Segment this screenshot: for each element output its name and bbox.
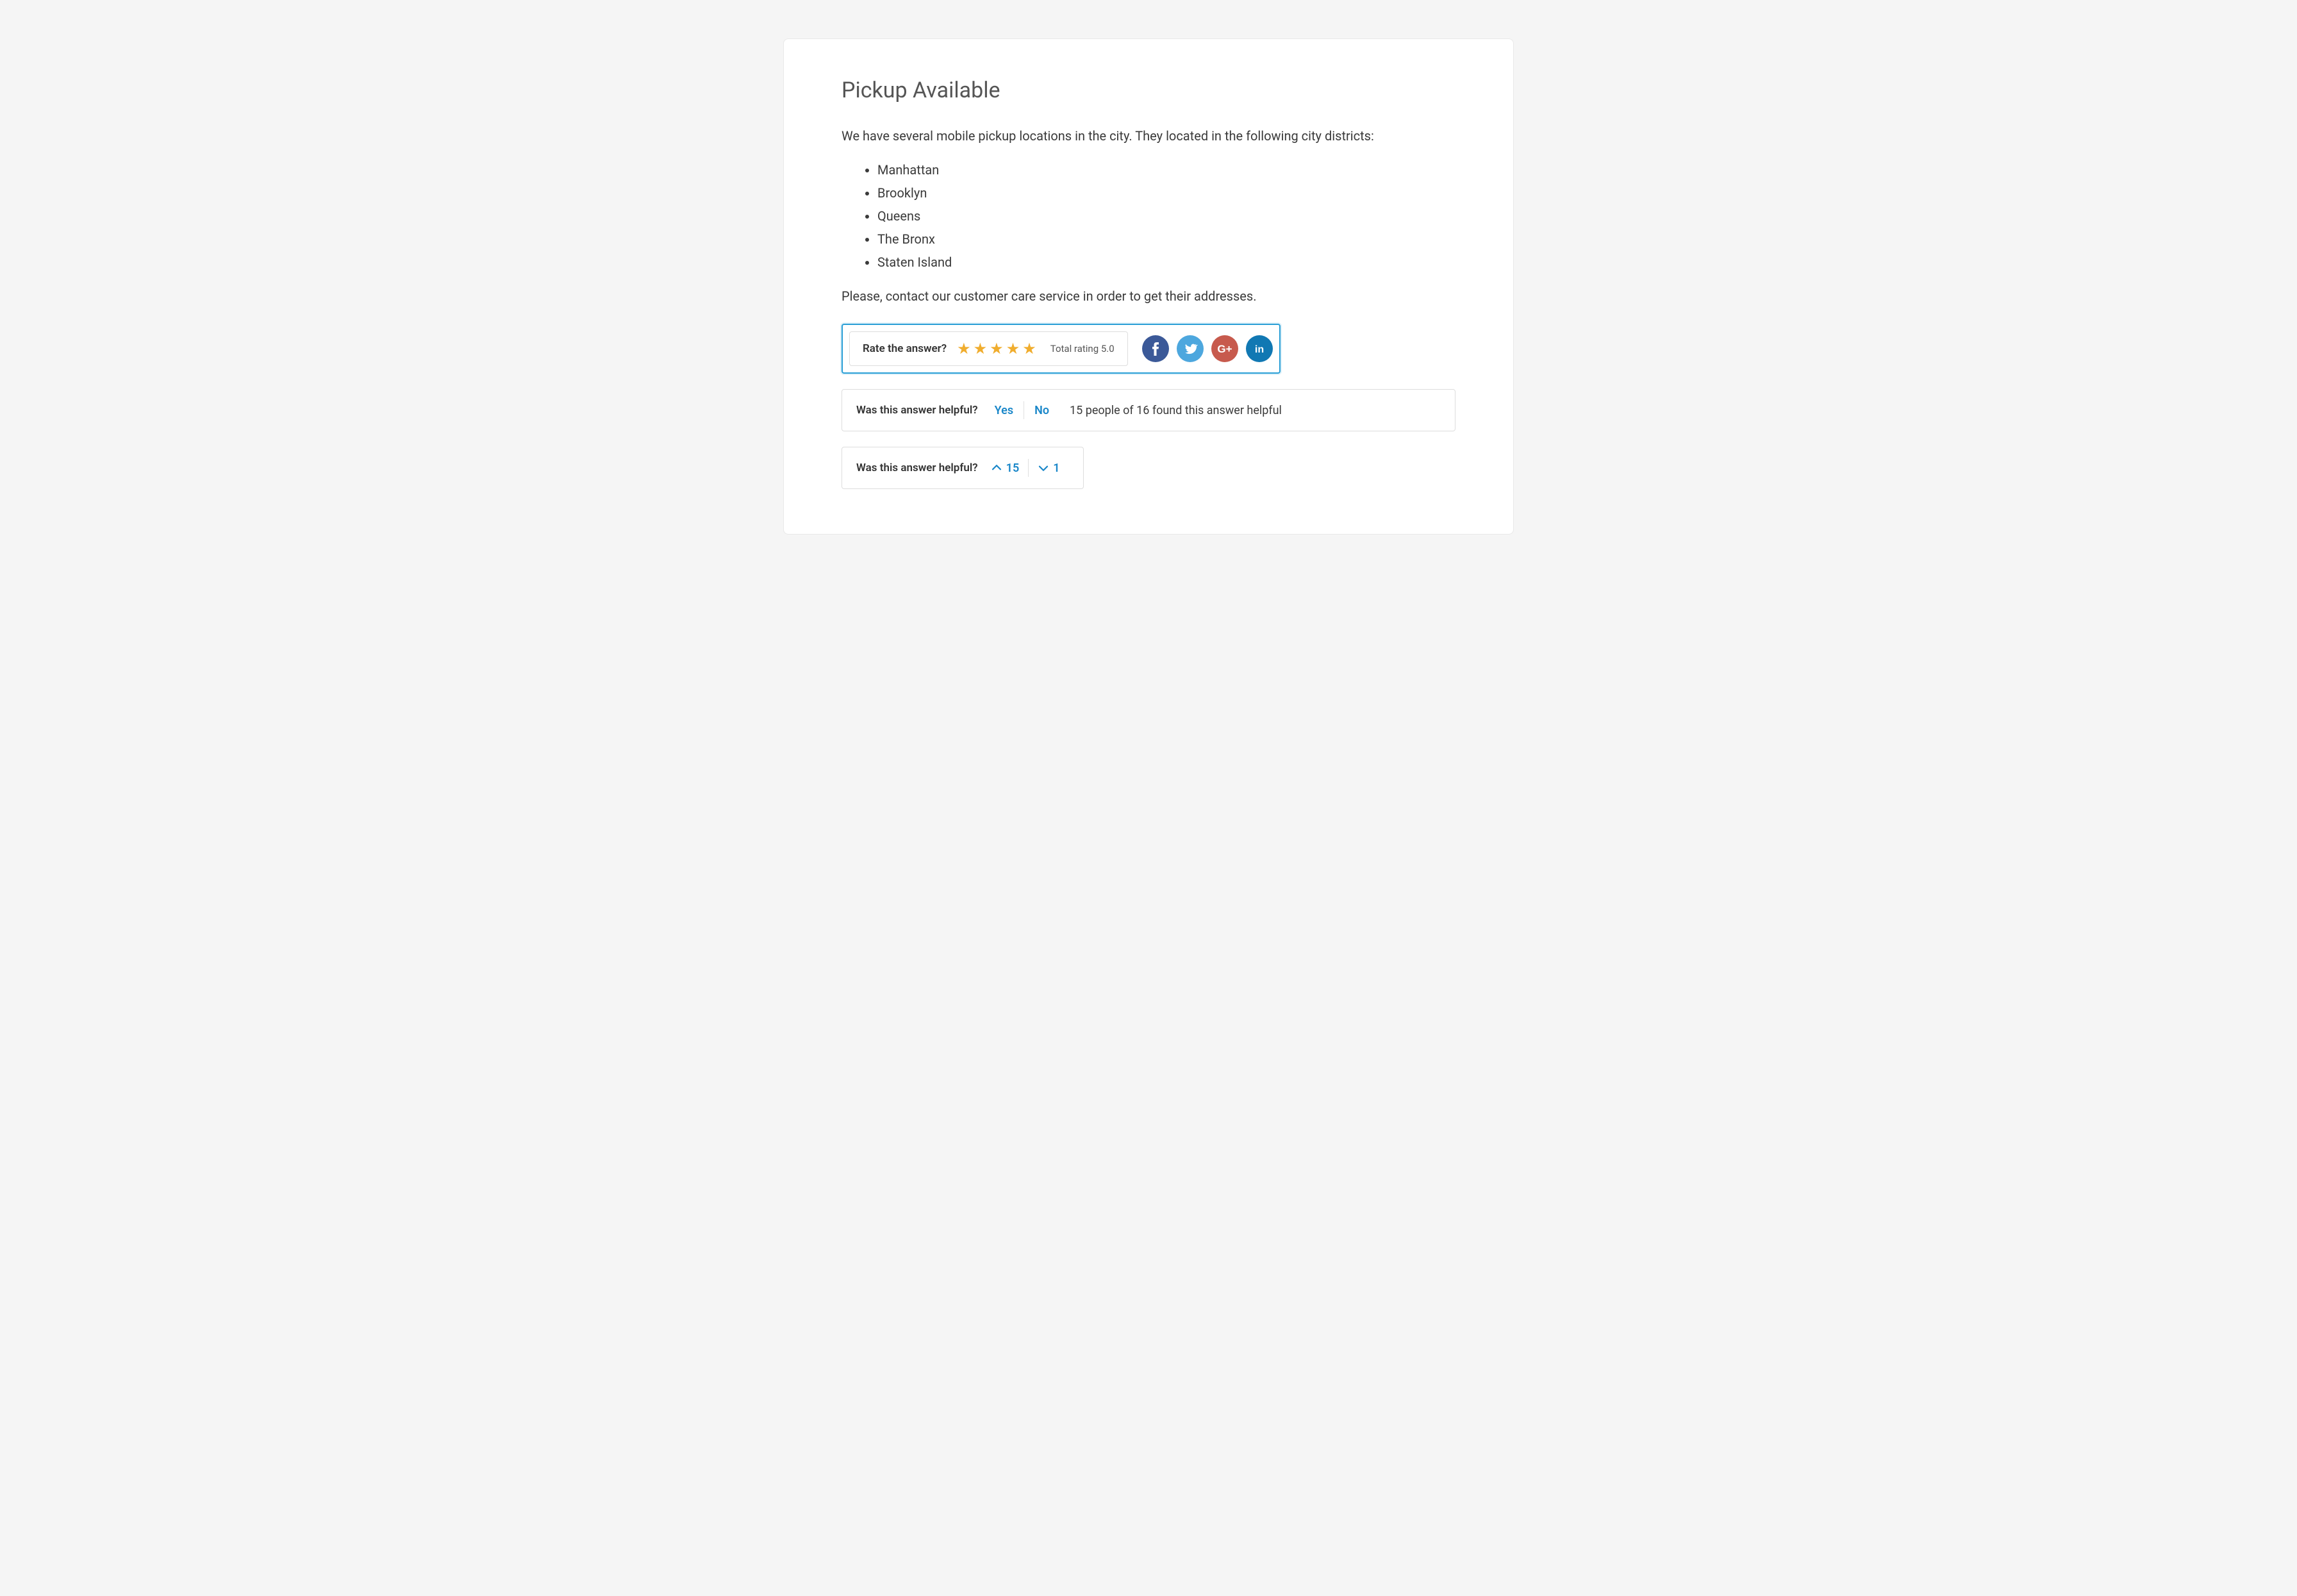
vote-panel: Was this answer helpful? 15 1 [842, 447, 1084, 489]
list-item: Staten Island [877, 253, 1455, 271]
star-icon[interactable]: ★ [1022, 341, 1036, 356]
star-icon[interactable]: ★ [974, 341, 988, 356]
content-card: Pickup Available We have several mobile … [783, 38, 1514, 535]
page-title: Pickup Available [842, 78, 1455, 103]
helpful-prompt: Was this answer helpful? [856, 404, 978, 417]
rate-box: Rate the answer? ★ ★ ★ ★ ★ Total rating … [849, 331, 1128, 366]
svg-text:in: in [1255, 344, 1264, 355]
star-icon[interactable]: ★ [990, 341, 1004, 356]
helpful-panel: Was this answer helpful? Yes No 15 peopl… [842, 389, 1455, 431]
list-item: The Bronx [877, 230, 1455, 248]
twitter-icon[interactable] [1177, 335, 1204, 362]
social-share-row: G+ in [1142, 335, 1273, 362]
rate-prompt: Rate the answer? [863, 342, 947, 355]
linkedin-icon[interactable]: in [1246, 335, 1273, 362]
chevron-up-icon [991, 462, 1002, 474]
list-item: Manhattan [877, 161, 1455, 179]
list-item: Brooklyn [877, 184, 1455, 202]
intro-text: We have several mobile pickup locations … [842, 126, 1455, 145]
downvote-count: 1 [1053, 461, 1059, 475]
vote-prompt: Was this answer helpful? [856, 461, 978, 474]
outro-text: Please, contact our customer care servic… [842, 287, 1455, 306]
upvote-button[interactable]: 15 [982, 461, 1029, 475]
upvote-count: 15 [1006, 461, 1020, 475]
helpful-summary: 15 people of 16 found this answer helpfu… [1070, 404, 1282, 417]
downvote-button[interactable]: 1 [1029, 461, 1068, 475]
chevron-down-icon [1038, 462, 1049, 474]
rating-social-panel: Rate the answer? ★ ★ ★ ★ ★ Total rating … [842, 324, 1281, 374]
list-item: Queens [877, 207, 1455, 225]
districts-list: Manhattan Brooklyn Queens The Bronx Stat… [842, 161, 1455, 271]
no-button[interactable]: No [1024, 404, 1059, 417]
total-rating-label: Total rating 5.0 [1050, 343, 1115, 354]
star-rating: ★ ★ ★ ★ ★ [957, 341, 1036, 356]
facebook-icon[interactable] [1142, 335, 1169, 362]
yes-button[interactable]: Yes [984, 404, 1024, 417]
star-icon[interactable]: ★ [1006, 341, 1020, 356]
star-icon[interactable]: ★ [957, 341, 971, 356]
svg-text:G+: G+ [1217, 343, 1232, 355]
google-plus-icon[interactable]: G+ [1211, 335, 1238, 362]
